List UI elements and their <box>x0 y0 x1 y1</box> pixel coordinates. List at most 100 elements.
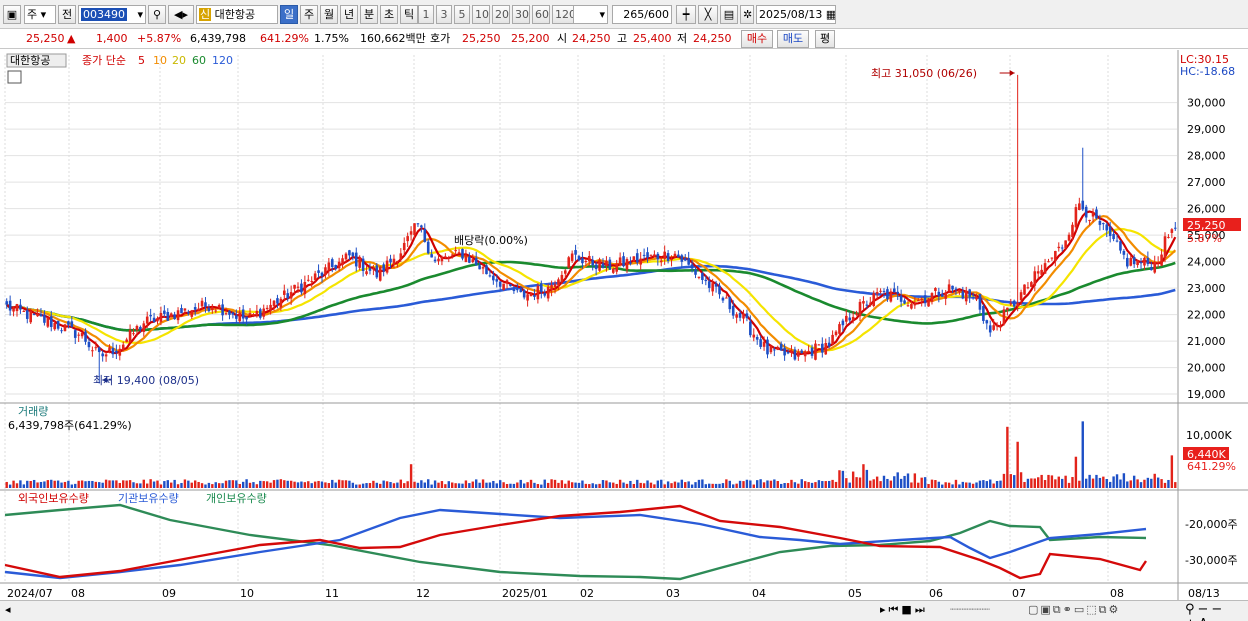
candle-body <box>1126 257 1129 267</box>
high-label: 고 <box>617 32 628 45</box>
volume-bar <box>653 484 656 488</box>
volume-bar <box>451 482 454 488</box>
minute-option-30[interactable]: 30 <box>512 5 530 24</box>
candle-body <box>1071 224 1074 238</box>
bar-count-input[interactable]: 265/600 <box>612 5 672 24</box>
volume-bar <box>84 481 87 488</box>
candle-body <box>725 297 728 299</box>
volume-bar <box>776 481 779 488</box>
volume-last-pct: 641.29% <box>1187 460 1236 473</box>
volume-bar <box>564 483 567 488</box>
candle-body <box>694 269 697 275</box>
tab-period-0[interactable]: 일 <box>280 5 298 24</box>
date-input[interactable]: 2025/08/13 ▦ <box>756 5 836 24</box>
candle-body <box>1040 269 1043 275</box>
volume-bar <box>348 480 351 488</box>
volume-bar <box>474 479 478 488</box>
table-icon[interactable] <box>7 70 22 84</box>
search-icon[interactable]: ⚲ <box>148 5 166 24</box>
minute-option-3[interactable]: 3 <box>436 5 452 24</box>
candle-body <box>344 253 348 260</box>
minute-option-1[interactable]: 1 <box>418 5 434 24</box>
tab-period-5[interactable]: 초 <box>380 5 398 24</box>
buy-button[interactable]: 매수 <box>741 30 773 48</box>
chart-scrollbar[interactable]: ◂ ▸⏮■⏭ ┈┈┈┈┈┈ ▢▣⧉⚭▭⬚⧉⚙ ⚲−−+A <box>0 600 1248 621</box>
volume-bar <box>283 480 286 488</box>
volume-bar <box>190 482 193 488</box>
volume-bar <box>841 470 845 488</box>
candle-body <box>1074 207 1078 228</box>
candle-body <box>862 301 865 304</box>
tab-period-4[interactable]: 분 <box>360 5 378 24</box>
candle-body <box>923 295 927 304</box>
volume-bar <box>975 482 978 488</box>
minute-option-120[interactable]: 120 <box>552 5 574 24</box>
candle-body <box>272 300 276 307</box>
window-icon[interactable]: ▣ <box>3 5 21 24</box>
y-tick-label: 24,000 <box>1187 256 1226 269</box>
tab-period-6[interactable]: 틱 <box>400 5 418 24</box>
y-tick-label: 28,000 <box>1187 150 1226 163</box>
candle-body <box>563 270 567 274</box>
candle-body <box>132 333 135 335</box>
gear-icon[interactable]: ✲ <box>740 5 754 24</box>
volume-bar <box>485 482 488 488</box>
candle-body <box>94 347 98 349</box>
minute-option-5[interactable]: 5 <box>454 5 470 24</box>
crosshair-icon[interactable]: ╳ <box>698 5 718 24</box>
candle-body <box>104 354 108 357</box>
save-icon[interactable]: ▤ <box>720 5 738 24</box>
volume-bar <box>855 477 858 488</box>
volume-bar <box>454 483 457 488</box>
candle-body <box>868 302 872 304</box>
candle-body <box>728 296 732 310</box>
ma-20: 20 <box>172 54 186 67</box>
tool-icons[interactable]: ▢▣⧉⚭▭⬚⧉⚙ <box>1028 603 1120 617</box>
chevron-down-icon[interactable]: ▾ <box>599 6 605 23</box>
volume-bar <box>437 482 440 488</box>
stock-name-box[interactable]: 신 대한항공 <box>196 5 278 24</box>
candle-body <box>471 259 475 263</box>
candle-body <box>577 256 581 261</box>
volume-bar <box>608 482 612 488</box>
stock-code-input[interactable]: 003490 ▾ <box>78 5 146 24</box>
speaker-icon[interactable]: ◀▸ <box>168 5 194 24</box>
candle-body <box>1016 302 1019 307</box>
candle-body <box>1136 260 1139 266</box>
avg-button[interactable]: 평 <box>815 30 835 48</box>
candle-body <box>389 258 392 263</box>
minute-option-10[interactable]: 10 <box>472 5 490 24</box>
tab-period-3[interactable]: 년 <box>340 5 358 24</box>
scroll-left-icon[interactable]: ◂ <box>5 603 11 616</box>
volume-bar <box>588 484 591 488</box>
volume-bar <box>522 483 526 488</box>
holdings-tick-1: -20,000주 <box>1185 518 1238 531</box>
volume-bar <box>1043 480 1047 488</box>
candle-body <box>1084 206 1088 218</box>
minute-dropdown[interactable]: ▾ <box>570 5 608 24</box>
volume-bar <box>406 481 409 488</box>
volume-bar <box>365 483 368 488</box>
market-select[interactable]: 주 ▾ <box>24 5 56 24</box>
zoom-slider-icon[interactable]: ┈┈┈┈┈┈ <box>950 603 990 616</box>
minute-option-20[interactable]: 20 <box>492 5 510 24</box>
zoom-icons[interactable]: ⚲−−+A <box>1185 602 1248 621</box>
candle-body <box>108 347 111 351</box>
playback-icons[interactable]: ▸⏮■⏭ <box>880 603 928 617</box>
tab-period-1[interactable]: 주 <box>300 5 318 24</box>
volume-bar <box>752 484 755 488</box>
candle-body <box>899 295 903 302</box>
minute-option-60[interactable]: 60 <box>532 5 550 24</box>
volume-bar <box>605 480 608 488</box>
prev-button[interactable]: 전 <box>58 5 76 24</box>
candle-body <box>1064 240 1067 248</box>
candle-icon[interactable]: ┿ <box>676 5 696 24</box>
calendar-icon[interactable]: ▦ <box>826 8 835 21</box>
chevron-down-icon[interactable]: ▾ <box>137 6 143 23</box>
tab-period-2[interactable]: 월 <box>320 5 338 24</box>
stock-chart[interactable]: 19,00020,00021,00022,00023,00024,00025,0… <box>0 50 1248 602</box>
volume-bar <box>238 484 241 488</box>
volume-bar <box>540 484 543 488</box>
sell-button[interactable]: 매도 <box>777 30 809 48</box>
y-tick-label: 19,000 <box>1187 388 1226 401</box>
